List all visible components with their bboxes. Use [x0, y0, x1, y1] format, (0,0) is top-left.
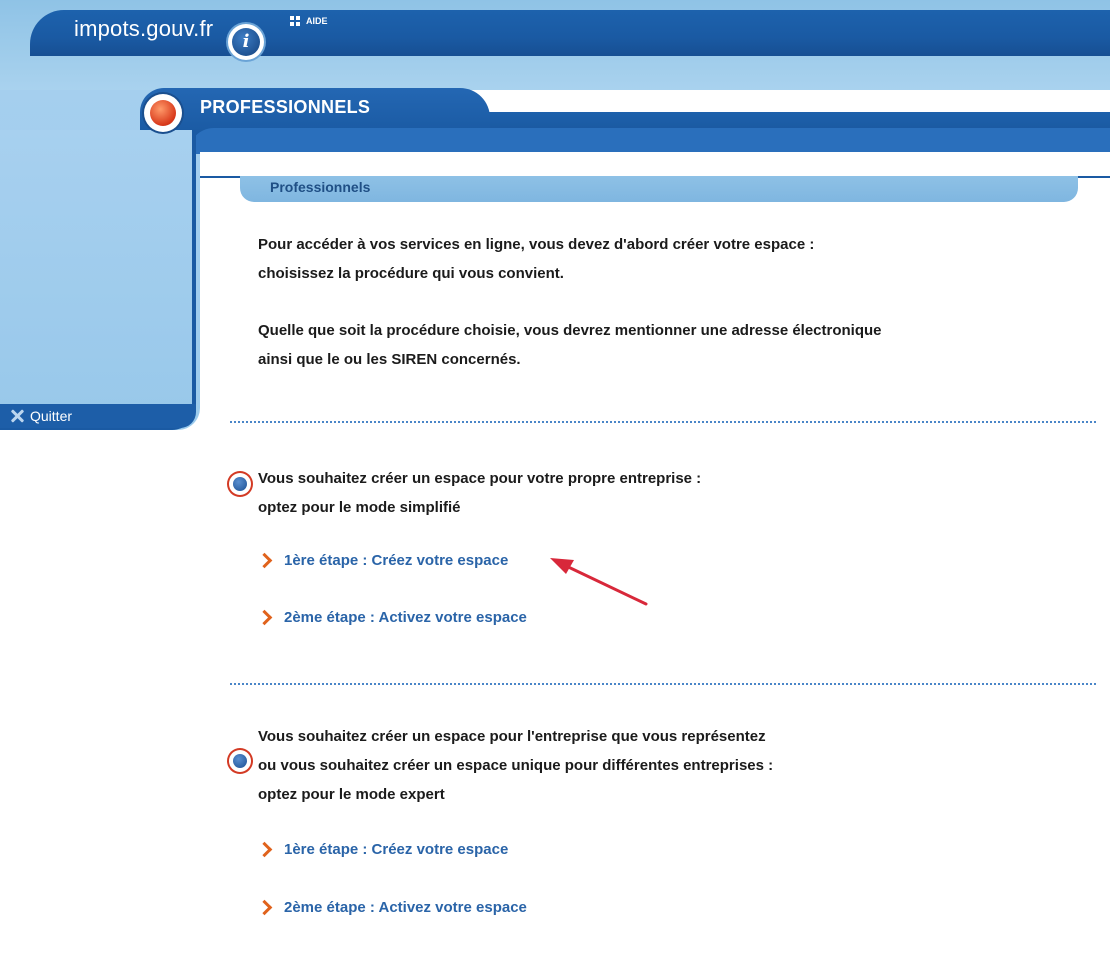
- chevron-right-icon: [258, 553, 274, 569]
- expert-step-1-link[interactable]: 1ère étape : Créez votre espace: [258, 841, 508, 858]
- option-expert-line-3: optez pour le mode expert: [258, 786, 445, 803]
- sidebar-panel: [0, 130, 196, 430]
- chevron-right-icon: [258, 900, 274, 916]
- intro-paragraph-1-line-1: Pour accéder à vos services en ligne, vo…: [258, 236, 815, 253]
- chevron-right-icon: [258, 842, 274, 858]
- section-title: PROFESSIONNELS: [200, 97, 371, 117]
- help-dots-icon: [290, 16, 300, 26]
- site-logo[interactable]: impots.gouv.fr: [74, 16, 213, 42]
- simplified-step-1-link[interactable]: 1ère étape : Créez votre espace: [258, 552, 508, 569]
- breadcrumb-label: Professionnels: [270, 179, 371, 195]
- breadcrumb: Professionnels: [240, 176, 1078, 202]
- option-simplified: Vous souhaitez créer un espace pour votr…: [258, 464, 701, 522]
- page: impots.gouv.fr i AIDE PROFESSIONNELS Qui…: [0, 0, 1110, 969]
- option-expert-line-1: Vous souhaitez créer un espace pour l'en…: [258, 728, 766, 745]
- option-expert-line-2: ou vous souhaitez créer un espace unique…: [258, 757, 774, 774]
- section-bullet-icon: [144, 94, 182, 132]
- step-label: 2ème étape : Activez votre espace: [284, 609, 527, 626]
- step-label: 1ère étape : Créez votre espace: [284, 841, 509, 858]
- divider: [230, 421, 1096, 423]
- option-expert: Vous souhaitez créer un espace pour l'en…: [258, 722, 773, 809]
- quit-label: Quitter: [30, 408, 73, 424]
- info-icon[interactable]: i: [228, 24, 264, 60]
- option-bullet-icon: [229, 750, 251, 772]
- divider: [230, 683, 1096, 685]
- info-icon-glyph: i: [232, 28, 260, 56]
- intro-paragraph-2-line-1: Quelle que soit la procédure choisie, vo…: [258, 322, 882, 339]
- step-label: 1ère étape : Créez votre espace: [284, 552, 509, 569]
- content-curve: [188, 128, 1110, 154]
- help-label: AIDE: [306, 16, 328, 26]
- intro-paragraph-2: Quelle que soit la procédure choisie, vo…: [258, 316, 882, 374]
- option-simplified-line-1: Vous souhaitez créer un espace pour votr…: [258, 470, 702, 487]
- help-link[interactable]: AIDE: [290, 16, 328, 26]
- close-x-icon: [10, 409, 24, 423]
- option-bullet-icon: [229, 473, 251, 495]
- intro-paragraph-2-line-2: ainsi que le ou les SIREN concernés.: [258, 351, 521, 368]
- quit-button[interactable]: Quitter: [0, 404, 196, 428]
- intro-paragraph-1: Pour accéder à vos services en ligne, vo…: [258, 230, 814, 288]
- step-label: 2ème étape : Activez votre espace: [284, 899, 527, 916]
- option-simplified-line-2: optez pour le mode simplifié: [258, 499, 461, 516]
- simplified-step-2-link[interactable]: 2ème étape : Activez votre espace: [258, 609, 527, 626]
- intro-paragraph-1-line-2: choisissez la procédure qui vous convien…: [258, 265, 564, 282]
- expert-step-2-link[interactable]: 2ème étape : Activez votre espace: [258, 899, 527, 916]
- chevron-right-icon: [258, 610, 274, 626]
